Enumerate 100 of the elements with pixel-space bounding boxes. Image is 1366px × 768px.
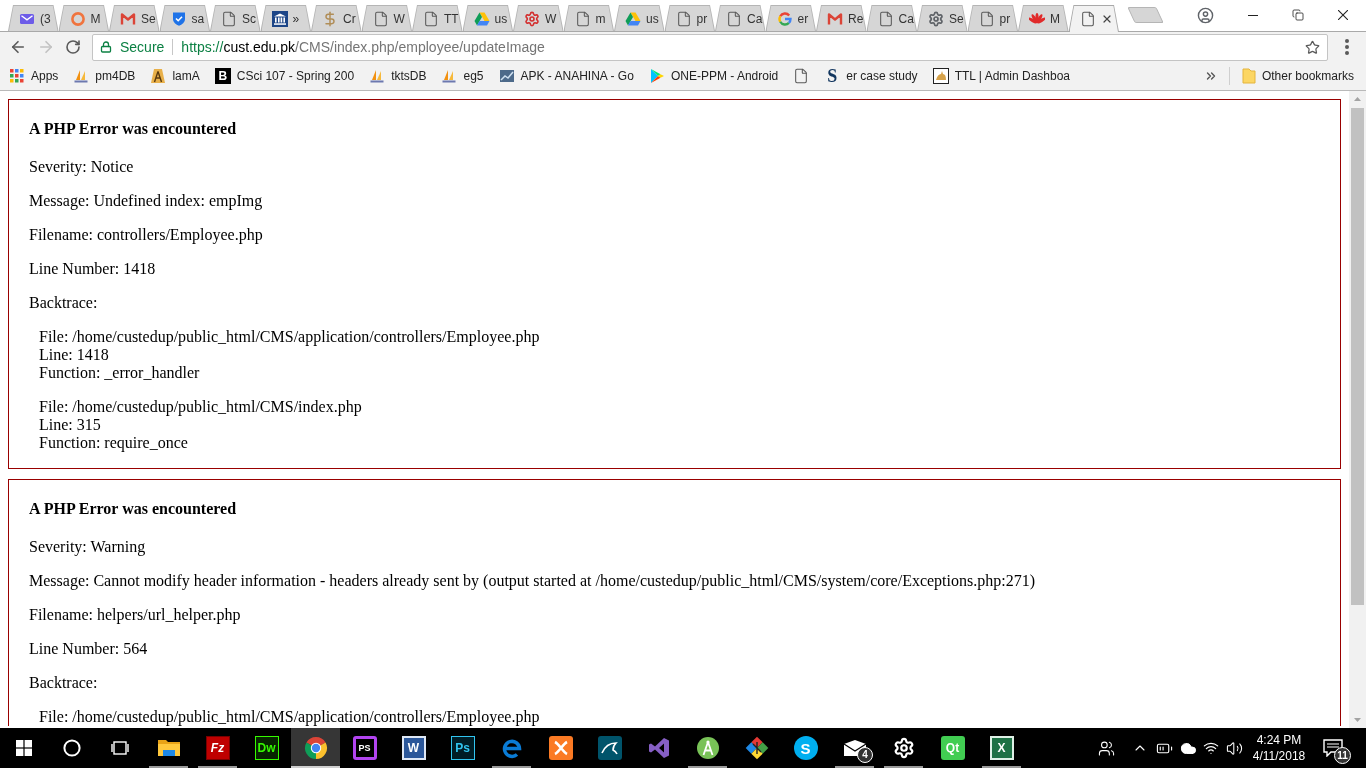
bookmark-item[interactable]: TTL | Admin Dashboa [928,64,1075,88]
error-detail: Message: Cannot modify header information - headers already sent by (output started at /home/custedup/public_html/CMS/system/core/Exceptions.php:271) [29,572,1036,590]
minimize-icon [1247,14,1258,16]
browser-tab[interactable]: Re [816,5,867,31]
page-icon [1079,11,1096,27]
browser-tab[interactable] [1068,5,1119,32]
taskbar-button[interactable] [291,728,340,768]
restore-icon [1291,9,1304,21]
browser-tab[interactable]: Se [109,5,160,31]
e-logo-icon [500,737,523,759]
dollar-icon [322,10,338,27]
task-view-icon [110,741,130,755]
error-detail: Severity: Notice [29,158,135,176]
g-logo-icon [776,10,793,27]
browser-tab[interactable]: W [513,5,564,31]
building-icon [271,10,288,27]
folder-icon [156,738,181,758]
page-icon [978,10,995,27]
settings-icon [928,10,944,27]
compass-circle-icon [695,736,720,760]
browser-tab[interactable]: Cr [311,5,362,31]
browser-tab[interactable]: Sc [210,5,261,31]
triangle-logo-icon [473,10,490,27]
error-title: A PHP Error was encountered [29,120,238,138]
error-detail: Line Number: 564 [29,640,149,658]
ring-icon [69,10,86,27]
letter-tile-icon: Dw [254,736,279,760]
browser-tab[interactable]: Ca [715,5,766,31]
scrollbar-thumb[interactable] [1351,108,1364,605]
browser-tab[interactable]: TT [412,5,463,31]
m-logo-icon [827,10,843,27]
settings-icon [892,737,915,759]
browser-tab[interactable]: pr [664,5,715,31]
notifications-button[interactable]: 11 [1312,728,1354,768]
count-badge: 4 [857,747,873,763]
bookmark-item[interactable]: lamA [146,64,204,88]
lock-icon [100,41,112,53]
triangle-logo-icon [625,10,641,27]
framed-picture-icon [932,68,949,84]
sails-icon [441,68,458,84]
page-icon [221,10,237,27]
letter-tile-icon: Qt [940,736,965,760]
url-text: https://cust.edu.pk/CMS/index.php/employee/updateImage [181,37,545,57]
browser-tab[interactable]: sa [159,5,210,31]
scrollbar-track[interactable] [1349,91,1366,728]
menu-dots-icon [1345,39,1349,55]
play-triangle-icon [648,68,665,84]
windows-logo-icon [16,740,32,756]
error-title: A PHP Error was encountered [29,500,238,518]
browser-tab[interactable]: M [1018,5,1069,31]
letter-tile-icon: Ps [450,736,475,760]
browser-tab[interactable]: W [361,5,412,31]
m-logo-icon [120,10,136,27]
browser-tab[interactable]: m [563,5,614,31]
page-icon [574,10,591,27]
backtrace-label: Backtrace: [29,674,99,692]
address-bar[interactable]: Secure https://cust.edu.pk/CMS/index.php/employee/updateImage [92,33,1328,61]
error-detail: Severity: Warning [29,538,147,556]
browser-tab[interactable]: er [765,5,816,31]
x-tile-icon [548,736,573,760]
backtrace-entry: File: /home/custedup/public_html/CMS/application/controllers/Employee.php Line: 1418 Function: _error_handler [39,328,541,382]
people-icon [1097,739,1115,757]
browser-tab[interactable]: pr [967,5,1018,31]
browser-tab[interactable]: » [260,5,311,31]
browser-tab[interactable]: Ca [866,5,917,31]
apps-grid-icon [9,68,25,84]
letter-tile-icon: PS [352,736,377,760]
taskbar-clock[interactable]: 4:24 PM 4/11/2018 [1246,728,1312,768]
shield-icon [170,10,187,27]
error-detail: Message: Undefined index: empImg [29,192,264,210]
bookmark-item[interactable]: APK - ANAHINA - Go [494,64,638,88]
reload-icon [65,39,81,55]
gear-icon [524,10,540,27]
bookmark-item[interactable]: tktsDB [365,64,431,88]
browser-tab[interactable]: M [58,5,109,31]
bookmark-item[interactable]: pm4DB [69,64,140,88]
page-icon [726,10,742,27]
backtrace-entry: File: /home/custedup/public_html/CMS/application/controllers/Employee.php [39,708,541,726]
letter-tile-icon: W [401,736,426,760]
browser-tab[interactable]: us [614,5,665,31]
browser-tab[interactable]: (3 [8,5,59,31]
page-icon [423,10,439,27]
infinity-logo-icon [646,736,671,760]
close-icon [1338,10,1348,20]
security-label: Secure [120,37,165,57]
bookmark-item[interactable]: eg5 [437,64,488,88]
browser-tab[interactable]: us [462,5,513,31]
star-icon [1304,39,1320,55]
backtrace-label: Backtrace: [29,294,99,312]
bookmark-item[interactable]: Apps [5,64,63,88]
count-badge: 11 [1334,747,1351,764]
wifi-icon [1203,740,1219,756]
page-icon [793,68,810,84]
bookmark-item[interactable]: B CSci 107 - Spring 200 [210,64,359,88]
browser-tab[interactable]: Se [917,5,968,31]
bookmark-item[interactable]: S er case study [820,64,922,88]
letter-logo-icon: S [824,68,841,84]
folder-icon [1241,68,1256,84]
bookmark-folder[interactable]: Other bookmarks [1237,64,1358,88]
bookmark-item[interactable]: ONE-PPM - Android [644,64,783,88]
